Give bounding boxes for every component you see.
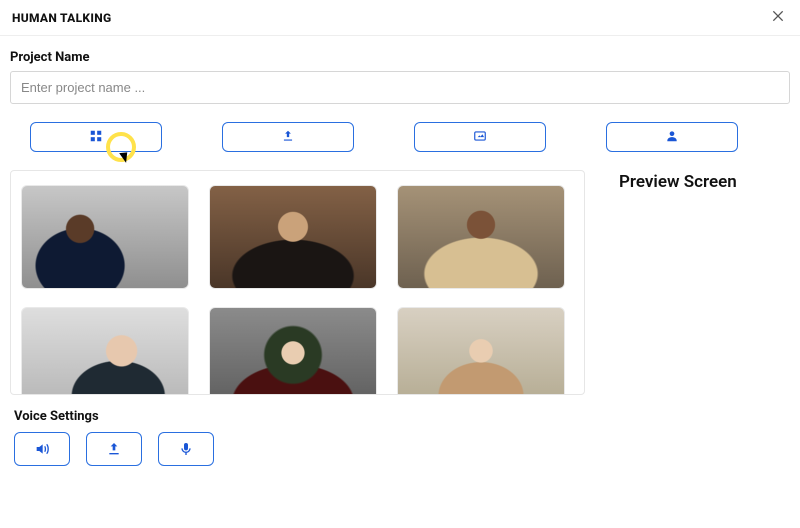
template-thumb[interactable]: [209, 185, 377, 289]
project-name-input[interactable]: [10, 71, 790, 104]
template-thumb[interactable]: [209, 307, 377, 395]
grid-icon: [89, 129, 103, 146]
template-thumb[interactable]: [21, 307, 189, 395]
close-button[interactable]: [770, 8, 786, 27]
voice-upload-button[interactable]: [86, 432, 142, 466]
upload-icon: [281, 129, 295, 146]
modal-title: HUMAN TALKING: [12, 11, 111, 25]
speaker-icon: [34, 441, 50, 457]
media-icon: [473, 129, 487, 146]
voice-audio-button[interactable]: [14, 432, 70, 466]
voice-record-button[interactable]: [158, 432, 214, 466]
project-name-label: Project Name: [10, 50, 790, 65]
voice-settings-label: Voice Settings: [14, 409, 786, 424]
tab-avatar[interactable]: [606, 122, 738, 152]
tab-templates[interactable]: [30, 122, 162, 152]
template-thumb[interactable]: [397, 185, 565, 289]
template-gallery[interactable]: [10, 170, 585, 395]
preview-screen-title: Preview Screen: [619, 172, 790, 192]
person-icon: [665, 129, 679, 146]
tab-media[interactable]: [414, 122, 546, 152]
close-icon: [770, 8, 786, 24]
template-thumb[interactable]: [397, 307, 565, 395]
upload-icon: [106, 441, 122, 457]
template-thumb[interactable]: [21, 185, 189, 289]
mic-icon: [178, 441, 194, 457]
tab-upload[interactable]: [222, 122, 354, 152]
